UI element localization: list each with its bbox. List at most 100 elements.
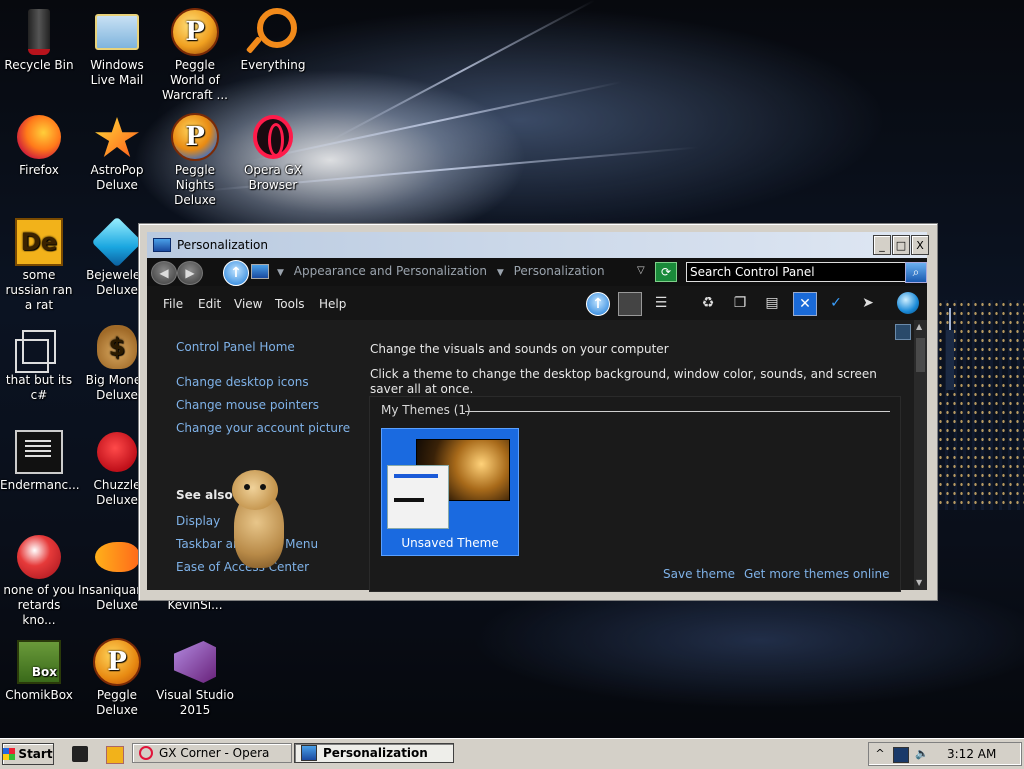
desktop-icon-label: AstroPop Deluxe <box>90 163 144 192</box>
search-input[interactable] <box>686 262 909 282</box>
show-desktop-icon[interactable] <box>72 746 88 762</box>
desktop-icon-label: Firefox <box>19 163 59 177</box>
start-label: Start <box>18 747 53 761</box>
scrollbar-thumb[interactable] <box>916 338 925 372</box>
desktop-icon-label: Chuzzle Deluxe <box>93 478 141 507</box>
scroll-down-icon[interactable]: ▼ <box>916 578 922 587</box>
check-icon[interactable]: ✓ <box>825 292 847 314</box>
chevron-down-icon[interactable]: ▼ <box>497 268 504 278</box>
folder-view-icon[interactable] <box>618 292 642 316</box>
copy-icon <box>15 323 63 373</box>
peggle-nights-icon: P <box>171 113 219 161</box>
taskbar: Start GX Corner - Opera Personalization … <box>0 738 1024 769</box>
forward-button[interactable]: ▶ <box>177 261 203 285</box>
breadcrumb: ▼ Appearance and Personalization ▼ Perso… <box>271 264 605 278</box>
menu-tools[interactable]: Tools <box>275 297 305 311</box>
document-icon[interactable]: ▤ <box>761 292 783 314</box>
control-panel-home-link[interactable]: Control Panel Home <box>176 340 295 354</box>
red-bird-icon <box>15 533 63 581</box>
desktop-icon-label: Peggle Deluxe <box>96 688 138 717</box>
opera-icon <box>139 746 153 760</box>
desktop-icon-label: that but its c# <box>5 373 73 402</box>
change-account-picture-link[interactable]: Change your account picture <box>176 421 350 435</box>
desktop-icon-chomikbox[interactable]: Box ChomikBox <box>0 638 78 703</box>
taskbar-item-opera[interactable]: GX Corner - Opera <box>132 743 292 763</box>
menu-edit[interactable]: Edit <box>198 297 221 311</box>
address-dropdown-icon[interactable]: ▽ <box>637 265 645 276</box>
desktop-icon-russian-rat[interactable]: De some russian ran a rat <box>0 218 78 313</box>
desktop-icon-peggle-nights[interactable]: P Peggle Nights Deluxe <box>156 113 234 208</box>
media-player-icon[interactable] <box>106 746 124 764</box>
chevron-down-icon[interactable]: ▼ <box>277 268 284 278</box>
enderman-icon <box>15 428 63 476</box>
recycle-icon[interactable]: ♻ <box>697 292 719 314</box>
save-theme-link[interactable]: Save theme <box>663 567 735 581</box>
rocket-icon[interactable]: ➤ <box>857 292 879 314</box>
menu-file[interactable]: File <box>163 297 183 311</box>
desktop-icon-that-but-its-csharp[interactable]: that but its c# <box>0 323 78 403</box>
desktop-icon-label: Peggle World of Warcraft ... <box>162 58 228 102</box>
desktop-icon-opera-gx[interactable]: Opera GX Browser <box>234 113 312 193</box>
desktop-icon-label: Endermanc... <box>0 478 80 492</box>
desktop-icon-label: some russian ran a rat <box>5 268 73 312</box>
scroll-up-icon[interactable]: ▲ <box>916 322 922 331</box>
get-more-themes-link[interactable]: Get more themes online <box>744 567 890 581</box>
up-button[interactable]: ↑ <box>223 260 249 286</box>
minimize-button[interactable]: _ <box>873 235 891 255</box>
refresh-button[interactable]: ⟳ <box>655 262 677 282</box>
display-link[interactable]: Display <box>176 514 220 528</box>
tree-icon[interactable]: ☰ <box>650 292 672 314</box>
money-bag-icon: $ <box>93 323 141 371</box>
system-tray: ^ 🔈 3:12 AM <box>868 742 1022 766</box>
start-button[interactable]: Start <box>2 743 54 765</box>
desktop-icon-label: Windows Live Mail <box>90 58 144 87</box>
change-mouse-pointers-link[interactable]: Change mouse pointers <box>176 398 319 412</box>
maximize-button[interactable]: □ <box>892 235 910 255</box>
tray-expand-icon[interactable]: ^ <box>873 747 887 761</box>
menu-view[interactable]: View <box>234 297 262 311</box>
desktop-icon-none-of-you[interactable]: none of you retards kno... <box>0 533 78 628</box>
vertical-scrollbar[interactable]: ▲ ▼ <box>914 320 927 590</box>
control-panel-icon <box>251 264 269 279</box>
desktop-icon-recycle-bin[interactable]: Recycle Bin <box>0 8 78 73</box>
copy-icon[interactable]: ❐ <box>729 292 751 314</box>
menu-help[interactable]: Help <box>319 297 346 311</box>
volume-icon[interactable]: 🔈 <box>915 747 929 761</box>
peggle-icon: P <box>171 8 219 56</box>
network-icon[interactable] <box>893 747 909 763</box>
clock[interactable]: 3:12 AM <box>947 747 996 761</box>
close-button[interactable]: X <box>911 235 929 255</box>
theme-tile-unsaved[interactable]: Unsaved Theme <box>381 428 519 556</box>
desktop-icon-label: Recycle Bin <box>4 58 74 72</box>
page-description: Click a theme to change the desktop back… <box>370 367 877 396</box>
hamster-mascot <box>228 470 290 570</box>
back-button[interactable]: ◀ <box>151 261 177 285</box>
desktop-icon-astropop[interactable]: AstroPop Deluxe <box>78 113 156 193</box>
main-pane: Change the visuals and sounds on your co… <box>361 320 911 592</box>
search-icon[interactable]: ⌕ <box>905 262 927 283</box>
chuzzle-icon <box>93 428 141 476</box>
theme-name: Unsaved Theme <box>401 536 499 550</box>
theme-window-preview <box>387 465 449 529</box>
menu-bar: File Edit View Tools Help ↑ ☰ ♻ ❐ ▤ ✕ ✓ … <box>147 286 927 320</box>
desktop-icon-peggle-wow[interactable]: P Peggle World of Warcraft ... <box>156 8 234 103</box>
desktop-icon-windows-live-mail[interactable]: Windows Live Mail <box>78 8 156 88</box>
desktop-icon-firefox[interactable]: Firefox <box>0 113 78 178</box>
taskbar-item-personalization[interactable]: Personalization <box>294 743 454 763</box>
breadcrumb-personalization[interactable]: Personalization <box>514 264 605 278</box>
firefox-icon <box>15 113 63 161</box>
breadcrumb-appearance[interactable]: Appearance and Personalization <box>294 264 487 278</box>
visual-studio-icon <box>171 638 219 686</box>
window-titlebar[interactable]: Personalization _ □ X <box>147 232 929 258</box>
desktop-icon-visual-studio[interactable]: Visual Studio 2015 <box>156 638 234 718</box>
chomikbox-icon: Box <box>15 638 63 686</box>
globe-icon[interactable] <box>897 292 919 314</box>
city-skyline <box>930 300 1024 510</box>
desktop-icon-endermanc[interactable]: Endermanc... <box>0 428 80 493</box>
delete-icon[interactable]: ✕ <box>793 292 817 316</box>
up-icon[interactable]: ↑ <box>586 292 610 316</box>
desktop-icon-peggle-deluxe[interactable]: P Peggle Deluxe <box>78 638 156 718</box>
change-desktop-icons-link[interactable]: Change desktop icons <box>176 375 309 389</box>
desktop-icon-everything[interactable]: Everything <box>234 8 312 73</box>
see-also-heading: See also <box>176 488 233 502</box>
